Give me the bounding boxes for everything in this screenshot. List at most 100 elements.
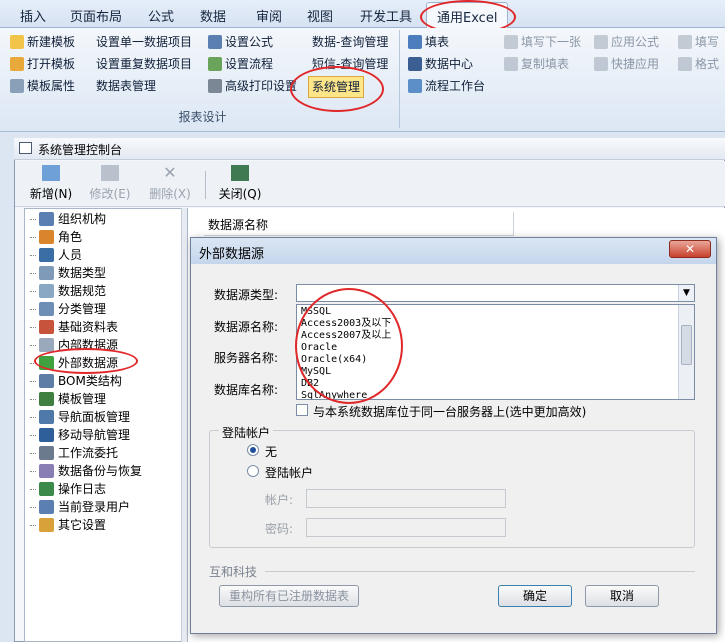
fill-next-label: 填写下一张 xyxy=(521,35,582,49)
tree-item-org[interactable]: 组织机构 xyxy=(30,210,106,228)
tab-general-excel[interactable]: 通用Excel xyxy=(426,2,509,28)
tree-item-workflow-delegate[interactable]: 工作流委托 xyxy=(30,444,118,462)
tree-item-backup[interactable]: 数据备份与恢复 xyxy=(30,462,142,480)
quick-apply-button[interactable]: 快捷应用 xyxy=(594,54,659,74)
table-manage-button[interactable]: 数据表管理 xyxy=(96,76,156,96)
login-none-radio[interactable] xyxy=(247,444,259,456)
tree-item-mobile-nav[interactable]: 移动导航管理 xyxy=(30,426,130,444)
console-toolbar: 新增(N) 修改(E) ✕ 删除(X) 关闭(Q) xyxy=(15,161,725,207)
username-input[interactable] xyxy=(306,489,506,508)
tab-developer[interactable]: 开发工具 xyxy=(360,6,412,25)
option-access2003[interactable]: Access2003及以下 xyxy=(301,318,391,330)
login-group-legend: 登陆帐户 xyxy=(219,424,274,441)
tree-item-category[interactable]: 分类管理 xyxy=(30,300,106,318)
workflow-desk-button[interactable]: 流程工作台 xyxy=(408,76,485,96)
source-type-select[interactable]: ▼ xyxy=(296,284,695,302)
tree-item-template[interactable]: 模板管理 xyxy=(30,390,106,408)
option-sqlanywhere[interactable]: SqlAnywhere xyxy=(301,390,367,399)
ribbon-tab-bar: 插入 页面布局 公式 数据 审阅 视图 开发工具 通用Excel xyxy=(0,0,725,28)
format-button[interactable]: 格式 xyxy=(678,54,719,74)
folder-icon xyxy=(10,57,24,71)
window-icon xyxy=(19,142,32,154)
data-center-button[interactable]: 数据中心 xyxy=(408,54,473,74)
same-server-checkbox[interactable] xyxy=(296,404,308,416)
fill-next-button[interactable]: 填写下一张 xyxy=(504,32,581,52)
copy-fill-button[interactable]: 复制填表 xyxy=(504,54,569,74)
option-access2007[interactable]: Access2007及以上 xyxy=(301,330,391,342)
rebuild-tables-button[interactable]: 重构所有已注册数据表 xyxy=(219,585,359,607)
tree-item-bom[interactable]: BOM类结构 xyxy=(30,372,122,390)
set-repeat-item-button[interactable]: 设置重复数据项目 xyxy=(96,54,192,74)
password-input[interactable] xyxy=(306,518,506,537)
data-query-button[interactable]: 数据-查询管理 xyxy=(312,32,388,52)
pane-splitter[interactable] xyxy=(181,208,187,642)
ribbon: 新建模板 打开模板 模板属性 设置单一数据项目 设置重复数据项目 数据表管理 设… xyxy=(0,28,725,132)
scroll-thumb[interactable] xyxy=(681,325,692,365)
data-center-label: 数据中心 xyxy=(425,57,474,71)
tree-item-basetable[interactable]: 基础资料表 xyxy=(30,318,118,336)
fill-form-label: 填表 xyxy=(425,35,450,49)
apply-formula-button[interactable]: 应用公式 xyxy=(594,32,659,52)
nav-tree: 组织机构 角色 人员 数据类型 数据规范 分类管理 基础资料表 内部数据源 外部… xyxy=(24,208,188,642)
apply-formula-label: 应用公式 xyxy=(611,35,660,49)
tree-item-log[interactable]: 操作日志 xyxy=(30,480,106,498)
login-account-radio[interactable] xyxy=(247,465,259,477)
tab-formulas[interactable]: 公式 xyxy=(148,6,174,25)
fill-form-icon xyxy=(408,35,422,49)
flow-icon xyxy=(208,57,222,71)
option-mssql[interactable]: MSSQL xyxy=(301,306,331,318)
option-oracle[interactable]: Oracle xyxy=(301,342,337,354)
grid-header[interactable]: 数据源名称 xyxy=(204,212,514,236)
dropdown-scrollbar[interactable] xyxy=(678,305,694,399)
quick-apply-label: 快捷应用 xyxy=(611,57,660,71)
add-button[interactable]: 新增(N) xyxy=(29,165,73,202)
close-button[interactable]: 关闭(Q) xyxy=(217,165,263,202)
open-template-button[interactable]: 打开模板 xyxy=(10,54,75,74)
delete-button[interactable]: ✕ 删除(X) xyxy=(147,165,193,202)
option-db2[interactable]: DB2 xyxy=(301,378,319,390)
tree-item-spec[interactable]: 数据规范 xyxy=(30,282,106,300)
tree-item-nav-panel[interactable]: 导航面板管理 xyxy=(30,408,130,426)
dialog-titlebar: 外部数据源 xyxy=(191,238,716,264)
internal-ds-icon xyxy=(39,338,54,352)
source-type-dropdown[interactable]: MSSQL Access2003及以下 Access2007及以上 Oracle… xyxy=(296,304,695,400)
tree-item-datatype[interactable]: 数据类型 xyxy=(30,264,106,282)
cancel-button[interactable]: 取消 xyxy=(585,585,659,607)
tab-page-layout[interactable]: 页面布局 xyxy=(70,6,122,25)
set-flow-label: 设置流程 xyxy=(225,57,274,71)
option-oracle-x64[interactable]: Oracle(x64) xyxy=(301,354,367,366)
adv-print-button[interactable]: 高级打印设置 xyxy=(208,76,297,96)
quick-apply-icon xyxy=(594,57,608,71)
add-icon xyxy=(42,165,60,181)
sms-query-button[interactable]: 短信-查询管理 xyxy=(312,54,388,74)
tab-insert[interactable]: 插入 xyxy=(20,6,46,25)
set-formula-button[interactable]: 设置公式 xyxy=(208,32,273,52)
dialog-close-button[interactable]: ✕ xyxy=(669,240,711,258)
template-props-button[interactable]: 模板属性 xyxy=(10,76,75,96)
set-formula-label: 设置公式 xyxy=(225,35,274,49)
tree-item-other[interactable]: 其它设置 xyxy=(30,516,106,534)
ok-button[interactable]: 确定 xyxy=(498,585,572,607)
add-plus-icon xyxy=(39,356,54,370)
copy-fill-label: 复制填表 xyxy=(521,57,570,71)
set-flow-button[interactable]: 设置流程 xyxy=(208,54,273,74)
tree-item-internal-ds[interactable]: 内部数据源 xyxy=(30,336,118,354)
tab-review[interactable]: 审阅 xyxy=(256,6,282,25)
set-single-item-button[interactable]: 设置单一数据项目 xyxy=(96,32,192,52)
tab-view[interactable]: 视图 xyxy=(307,6,333,25)
tree-item-role[interactable]: 角色 xyxy=(30,228,82,246)
option-mysql[interactable]: MySQL xyxy=(301,366,331,378)
fill-in-button[interactable]: 填写 xyxy=(678,32,719,52)
new-template-button[interactable]: 新建模板 xyxy=(10,32,75,52)
fill-form-button[interactable]: 填表 xyxy=(408,32,449,52)
chevron-down-icon[interactable]: ▼ xyxy=(678,285,694,301)
tree-item-current-user[interactable]: 当前登录用户 xyxy=(30,498,130,516)
tree-item-user[interactable]: 人员 xyxy=(30,246,82,264)
tab-data[interactable]: 数据 xyxy=(200,6,226,25)
system-manage-button[interactable]: 系统管理 xyxy=(308,76,365,98)
search-icon xyxy=(408,57,422,71)
current-user-icon xyxy=(39,500,54,514)
workflow-delegate-icon xyxy=(39,446,54,460)
edit-button[interactable]: 修改(E) xyxy=(87,165,133,202)
tree-item-external-ds[interactable]: 外部数据源 xyxy=(30,354,118,372)
